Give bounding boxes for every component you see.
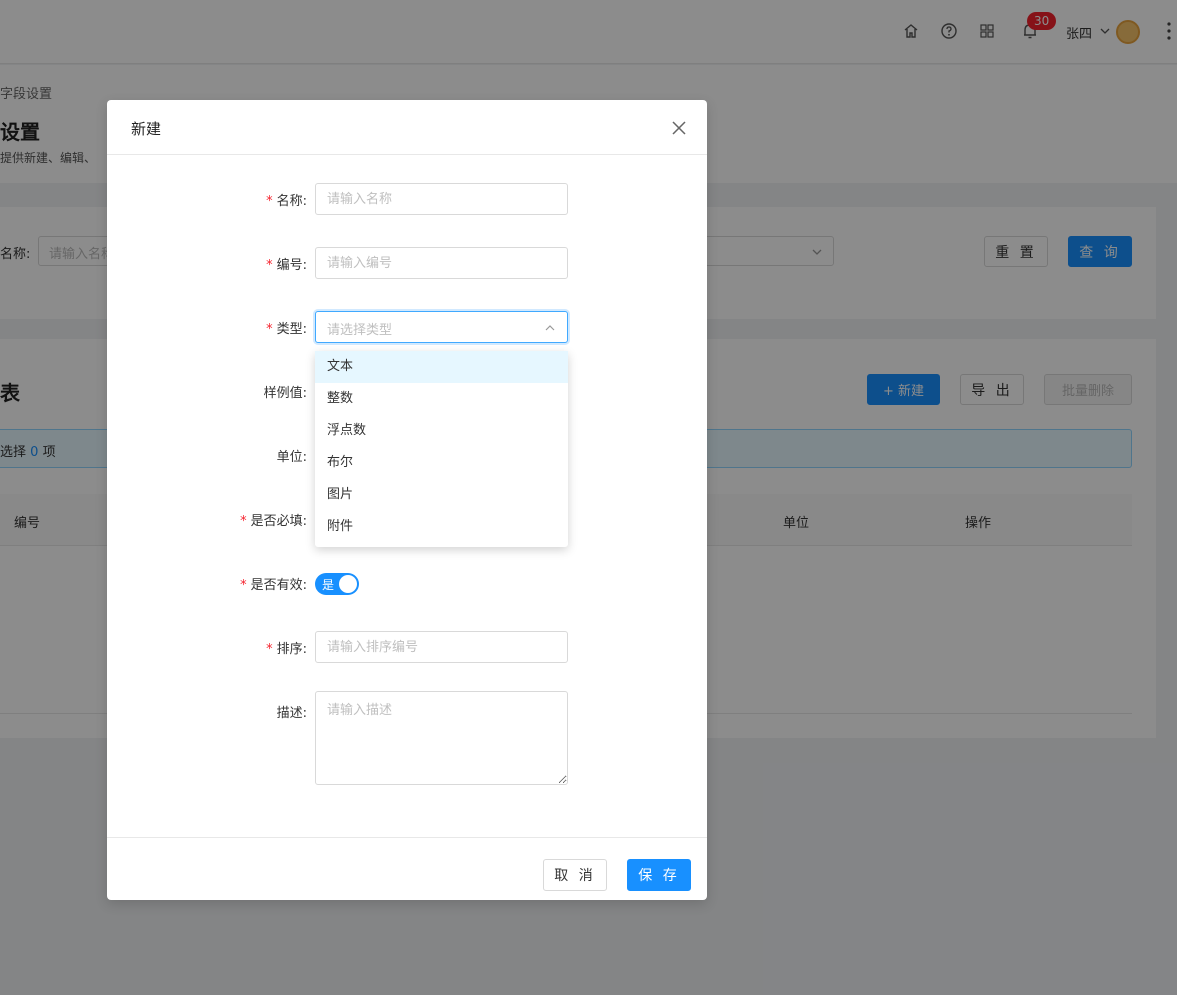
unit-label: 单位: [276, 450, 307, 465]
type-option[interactable]: 图片 [315, 479, 568, 511]
valid-label: * 是否有效: [240, 578, 307, 593]
name-label: * 名称: [266, 194, 307, 209]
switch-text: 是 [322, 578, 335, 592]
required-label: * 是否必填: [240, 514, 307, 529]
name-input[interactable] [315, 183, 568, 215]
valid-switch[interactable]: 是 [315, 573, 359, 595]
sort-label: * 排序: [266, 642, 307, 657]
close-icon[interactable] [669, 118, 689, 138]
save-button[interactable]: 保 存 [627, 859, 691, 891]
sort-input[interactable] [315, 631, 568, 663]
code-input[interactable] [315, 247, 568, 279]
chevron-up-icon [545, 325, 555, 331]
type-option[interactable]: 布尔 [315, 447, 568, 479]
type-option[interactable]: 文本 [315, 351, 568, 383]
type-select[interactable]: 请选择类型 [315, 311, 568, 343]
type-placeholder: 请选择类型 [327, 323, 393, 338]
sample-label: 样例值: [263, 386, 307, 401]
desc-label: 描述: [276, 706, 307, 721]
type-dropdown: 文本 整数 浮点数 布尔 图片 附件 [315, 351, 568, 547]
create-modal: 新建 *名称: *编号: *类型: 请选择类型 样例值: 单位: *是否必填: … [107, 100, 707, 900]
type-label: * 类型: [266, 322, 307, 337]
desc-textarea[interactable] [315, 691, 568, 785]
modal-header: 新建 [107, 100, 707, 155]
modal-footer: 取 消 保 存 [107, 837, 707, 900]
modal-title: 新建 [131, 120, 162, 138]
type-option[interactable]: 整数 [315, 383, 568, 415]
switch-knob [339, 575, 357, 593]
code-label: * 编号: [266, 258, 307, 273]
type-option[interactable]: 浮点数 [315, 415, 568, 447]
cancel-button[interactable]: 取 消 [543, 859, 607, 891]
type-option[interactable]: 附件 [315, 511, 568, 543]
